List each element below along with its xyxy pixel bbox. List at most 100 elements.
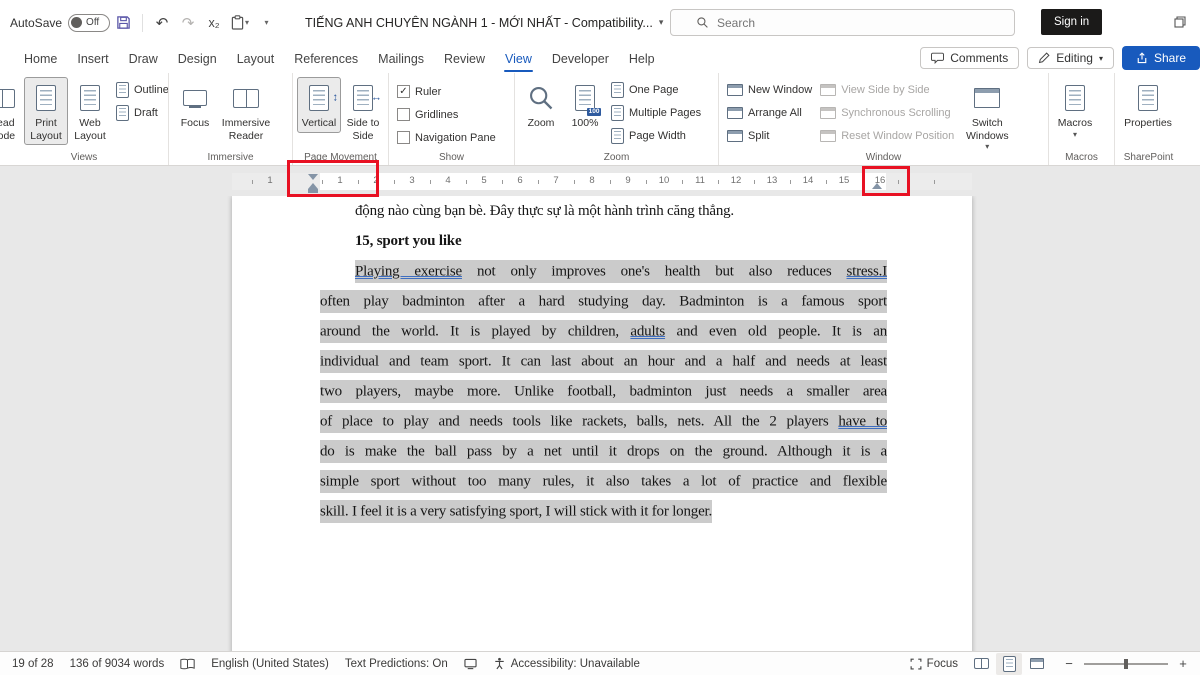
immersive-reader-button[interactable]: Immersive Reader xyxy=(217,77,275,145)
tab-developer[interactable]: Developer xyxy=(542,47,619,71)
print-layout-button[interactable]: Print Layout xyxy=(24,77,68,145)
properties-button[interactable]: Properties xyxy=(1119,77,1177,133)
word-count[interactable]: 136 of 9034 words xyxy=(62,652,173,675)
gridlines-checkbox[interactable]: Gridlines xyxy=(393,104,500,125)
vertical-button[interactable]: ↕ Vertical xyxy=(297,77,341,133)
tab-home[interactable]: Home xyxy=(14,47,67,71)
search-input[interactable] xyxy=(717,16,967,30)
zoom-slider-thumb[interactable] xyxy=(1124,659,1128,669)
web-layout-view-button[interactable] xyxy=(1024,653,1050,675)
paragraph-line[interactable]: around the world. It is played by childr… xyxy=(320,316,887,346)
comments-button[interactable]: Comments xyxy=(920,47,1019,69)
save-button[interactable] xyxy=(111,10,135,36)
side-to-side-button[interactable]: ↔ Side to Side xyxy=(341,77,385,145)
ribbon-group-immersive: Focus Immersive Reader Immersive xyxy=(168,73,292,165)
group-label-sharepoint: SharePoint xyxy=(1115,152,1182,163)
horizontal-ruler[interactable]: 112345678910111213141516 xyxy=(0,166,1200,196)
sign-in-button[interactable]: Sign in xyxy=(1041,9,1102,35)
paragraph-line[interactable]: do is make the ball pass by a net until … xyxy=(320,436,887,466)
language-indicator[interactable]: English (United States) xyxy=(203,652,337,675)
editing-mode-button[interactable]: Editing ▾ xyxy=(1027,47,1114,69)
paragraph-line[interactable]: simple sport without too many rules, it … xyxy=(320,466,887,496)
title-bar: AutoSave Off ↶ ↷ x₂ ▾ ▾ TIẾNG ANH CHUYÊN… xyxy=(0,0,1200,45)
tab-insert[interactable]: Insert xyxy=(67,47,118,71)
paragraph-line[interactable]: individual and team sport. It can last a… xyxy=(320,346,887,376)
zoom-control: − + xyxy=(1062,656,1190,671)
outline-button[interactable]: Outline xyxy=(112,79,168,100)
ruler-ticks: 112345678910111213141516 xyxy=(0,166,1200,196)
multiple-pages-button[interactable]: Multiple Pages xyxy=(607,102,705,123)
tab-help[interactable]: Help xyxy=(619,47,665,71)
macros-icon xyxy=(1065,82,1085,114)
tab-mailings[interactable]: Mailings xyxy=(368,47,434,71)
document-text[interactable]: động nào cùng bạn bè. Đây thực sự là một… xyxy=(320,196,887,526)
comments-label: Comments xyxy=(950,51,1008,65)
read-mode-button[interactable]: Read Mode xyxy=(0,77,24,145)
switch-windows-button[interactable]: Switch Windows ▾ xyxy=(958,77,1016,155)
focus-button[interactable]: Focus xyxy=(173,77,217,133)
tab-draw[interactable]: Draw xyxy=(119,47,168,71)
zoom-100-button[interactable]: 100 100% xyxy=(563,77,607,133)
document-area[interactable]: động nào cùng bạn bè. Đây thực sự là một… xyxy=(0,196,1200,651)
page-width-button[interactable]: Page Width xyxy=(607,125,705,146)
ribbon-group-show: ✓ Ruler Gridlines Navigation Pane Show xyxy=(388,73,514,165)
paste-button[interactable]: ▾ xyxy=(228,10,252,36)
accessibility-icon xyxy=(493,657,506,670)
qat-customize-button[interactable]: ▾ xyxy=(254,10,278,36)
editor-status-button[interactable] xyxy=(456,652,485,675)
focus-mode-icon xyxy=(910,658,922,670)
navigation-pane-checkbox[interactable]: Navigation Pane xyxy=(393,127,500,148)
subscript-button[interactable]: x₂ xyxy=(202,10,226,36)
draft-button[interactable]: Draft xyxy=(112,102,168,123)
tab-view[interactable]: View xyxy=(495,47,542,71)
redo-button[interactable]: ↷ xyxy=(176,10,200,36)
split-button[interactable]: Split xyxy=(723,125,816,146)
tab-references[interactable]: References xyxy=(284,47,368,71)
document-heading[interactable]: 15, sport you like xyxy=(320,226,887,256)
document-title-menu[interactable]: TIẾNG ANH CHUYÊN NGÀNH 1 - MỚI NHẤT - Co… xyxy=(305,16,663,30)
ruler-number: 7 xyxy=(553,175,558,186)
paragraph-line[interactable]: skill. I feel it is a very satisfying sp… xyxy=(320,496,887,526)
undo-button[interactable]: ↶ xyxy=(150,10,174,36)
paragraph-line[interactable]: two players, maybe more. Unlike football… xyxy=(320,376,887,406)
ruler-number: 5 xyxy=(481,175,486,186)
ruler-checkbox[interactable]: ✓ Ruler xyxy=(393,81,500,102)
tab-design[interactable]: Design xyxy=(168,47,227,71)
restore-window-button[interactable] xyxy=(1174,15,1186,33)
zoom-out-button[interactable]: − xyxy=(1062,656,1076,671)
accessibility-status[interactable]: Accessibility: Unavailable xyxy=(485,652,648,675)
outline-icon xyxy=(116,82,129,98)
macros-button[interactable]: Macros ▾ xyxy=(1053,77,1097,142)
print-layout-view-button[interactable] xyxy=(996,653,1022,675)
arrange-all-button[interactable]: Arrange All xyxy=(723,102,816,123)
page-indicator[interactable]: 19 of 28 xyxy=(4,652,62,675)
search-icon xyxy=(696,16,709,29)
paragraph-line[interactable]: of place to play and needs tools like ra… xyxy=(320,406,887,436)
paragraph-line[interactable]: often play badminton after a hard studyi… xyxy=(320,286,887,316)
zoom-in-button[interactable]: + xyxy=(1176,656,1190,671)
zoom-button[interactable]: Zoom xyxy=(519,77,563,133)
paragraph-line[interactable]: Playing exercise not only improves one's… xyxy=(320,256,887,286)
focus-mode-button[interactable]: Focus xyxy=(902,658,966,670)
group-label-immersive: Immersive xyxy=(169,152,292,163)
document-intro-line[interactable]: động nào cùng bạn bè. Đây thực sự là một… xyxy=(320,196,887,226)
share-button[interactable]: Share xyxy=(1122,46,1200,70)
new-window-button[interactable]: New Window xyxy=(723,79,816,100)
read-mode-view-button[interactable] xyxy=(968,653,994,675)
zoom-slider[interactable] xyxy=(1084,663,1168,665)
autosave-control[interactable]: AutoSave Off xyxy=(10,14,110,32)
group-label-views: Views xyxy=(0,152,168,163)
tab-review[interactable]: Review xyxy=(434,47,495,71)
autosave-toggle[interactable]: Off xyxy=(68,14,110,32)
proofing-errors-button[interactable] xyxy=(172,652,203,675)
search-box[interactable] xyxy=(670,9,1015,36)
new-window-icon xyxy=(727,84,743,96)
ruler-number: 4 xyxy=(445,175,450,186)
web-layout-button[interactable]: Web Layout xyxy=(68,77,112,145)
tab-layout[interactable]: Layout xyxy=(227,47,285,71)
text-predictions-indicator[interactable]: Text Predictions: On xyxy=(337,652,456,675)
document-page[interactable]: động nào cùng bạn bè. Đây thực sự là một… xyxy=(232,196,972,651)
read-mode-icon xyxy=(0,82,15,114)
ruler-number: 15 xyxy=(839,175,850,186)
one-page-button[interactable]: One Page xyxy=(607,79,705,100)
